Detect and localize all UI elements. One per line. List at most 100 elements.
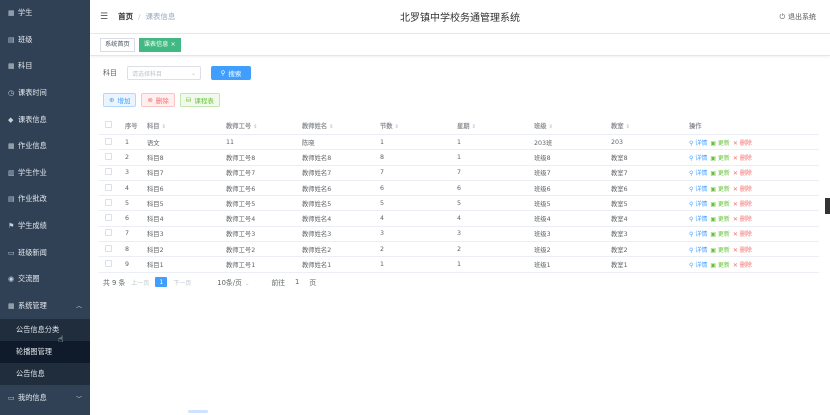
column-header[interactable]: 节数 ⇕ [380,121,457,130]
delete-link[interactable]: ✕ 删除 [733,231,752,238]
delete-link[interactable]: ✕ 删除 [733,155,752,162]
sort-icon[interactable]: ⇕ [253,124,257,130]
edit-icon: ▣ [710,246,718,254]
subject-select[interactable]: 请选择科目 ⌄ [127,66,201,80]
detail-link[interactable]: ⚲ 详情 [689,140,707,147]
row-actions: ⚲ 详情 ▣ 更新 ✕ 删除 [689,199,819,208]
pagination: 共 9 条 上一页 1 下一页 10条/页 ⌄ 前往 1 页 [103,277,316,287]
edit-link[interactable]: ▣ 更新 [710,247,730,254]
sort-icon[interactable]: ⇕ [549,124,553,130]
row-checkbox[interactable] [105,183,112,191]
delete-link[interactable]: ✕ 删除 [733,140,752,147]
detail-link[interactable]: ⚲ 详情 [689,216,707,223]
edit-link[interactable]: ▣ 更新 [710,155,730,162]
breadcrumb-home[interactable]: 首页 [118,11,133,22]
logout-button[interactable]: ⏻ 退出系统 [779,12,816,22]
hamburger-menu-icon[interactable]: ☰ [100,12,108,22]
goto-page-input[interactable]: 1 [295,278,299,286]
page-number-active[interactable]: 1 [155,277,168,287]
table-header: 序号 科目 ⇕ 教师工号 ⇕ 教师姓名 ⇕ 节数 ⇕ 星期 ⇕ 班级 ⇕ 教室 ⇕ 操作 [99,117,819,135]
delete-link[interactable]: ✕ 删除 [733,170,752,177]
table-row: 8 科目2 教师工号2 教师姓名2 2 2 班级2 教室2 ⚲ 详情 ▣ 更新 ✕ 删除 [99,242,819,258]
delete-link[interactable]: ✕ 删除 [733,186,752,193]
column-header[interactable]: 教师姓名 ⇕ [302,121,380,130]
tag-active[interactable]: 课表信息 × [138,37,181,52]
sidebar-item[interactable]: ▦ 学生 [0,0,90,27]
table-cell: 4 [380,215,385,223]
detail-link[interactable]: ⚲ 详情 [689,247,707,254]
edit-link[interactable]: ▣ 更新 [710,216,730,223]
edit-link[interactable]: ▣ 更新 [710,186,730,193]
sidebar-item[interactable]: ▭ 我的信息 ﹀ [0,385,90,412]
detail-link[interactable]: ⚲ 详情 [689,201,707,208]
row-checkbox[interactable] [105,198,112,206]
next-page-button[interactable]: 下一页 [173,278,191,287]
detail-link[interactable]: ⚲ 详情 [689,262,707,269]
table-row: 5 科目5 教师工号5 教师姓名5 5 5 班级5 教室5 ⚲ 详情 ▣ 更新 ✕ 删除 [99,196,819,212]
detail-link[interactable]: ⚲ 详情 [689,170,707,177]
edit-label: 更新 [717,231,730,239]
add-button[interactable]: ⊕ 增加 [103,93,137,107]
table-cell: 6 [457,184,462,192]
sidebar-item[interactable]: ◉ 交流圈 [0,266,90,293]
sidebar-item[interactable]: ▦ 科目 [0,53,90,80]
column-header[interactable]: 教室 ⇕ [611,121,689,130]
page-size-select[interactable]: 10条/页 ⌄ [217,277,249,287]
sidebar-item[interactable]: ◷ 课表时间 [0,80,90,107]
sidebar-item[interactable]: ▤ 班级 [0,27,90,54]
scrollbar-handle[interactable] [825,198,830,214]
sidebar-item[interactable]: ▥ 学生作业 [0,160,90,187]
sidebar-subitem[interactable]: 公告信息分类 [0,319,90,342]
sort-icon[interactable]: ⇕ [329,124,333,130]
row-checkbox[interactable] [105,152,112,160]
detail-link[interactable]: ⚲ 详情 [689,186,707,193]
row-checkbox[interactable] [105,244,112,252]
close-icon[interactable]: × [171,41,176,48]
row-checkbox[interactable] [105,260,112,268]
column-header[interactable]: 教师工号 ⇕ [226,121,302,130]
edit-link[interactable]: ▣ 更新 [710,262,730,269]
table-cell: 班级2 [534,246,551,254]
column-header[interactable]: 科目 ⇕ [147,121,226,130]
row-checkbox[interactable] [105,214,112,222]
delete-button[interactable]: ⊗ 删除 [141,93,175,107]
delete-link[interactable]: ✕ 删除 [733,262,752,269]
edit-label: 更新 [717,246,730,254]
sidebar-item[interactable]: ▦ 作业信息 [0,133,90,160]
delete-link[interactable]: ✕ 删除 [733,201,752,208]
prev-page-button[interactable]: 上一页 [131,278,149,287]
search-button[interactable]: ⚲ 搜索 [211,66,251,80]
row-checkbox[interactable] [105,137,112,145]
sidebar-item[interactable]: ⚑ 学生成绩 [0,213,90,240]
select-all-checkbox[interactable] [105,121,112,128]
delete-link[interactable]: ✕ 删除 [733,216,752,223]
column-header[interactable]: 班级 ⇕ [534,121,611,130]
sort-icon[interactable]: ⇕ [472,124,476,130]
sort-icon[interactable]: ⇕ [162,124,166,130]
column-header[interactable]: 星期 ⇕ [457,121,534,130]
detail-link[interactable]: ⚲ 详情 [689,231,707,238]
tag-home[interactable]: 系统首页 [100,37,135,52]
edit-link[interactable]: ▣ 更新 [710,201,730,208]
sort-icon[interactable]: ⇕ [395,124,399,130]
edit-link[interactable]: ▣ 更新 [710,170,730,177]
delete-link[interactable]: ✕ 删除 [733,247,752,254]
row-checkbox[interactable] [105,229,112,237]
row-checkbox[interactable] [105,168,112,176]
table-cell: 2 [457,245,462,253]
sidebar-item[interactable]: ▭ 班级新闻 [0,239,90,266]
edit-link[interactable]: ▣ 更新 [710,231,730,238]
sidebar-subitem[interactable]: 公告信息 [0,363,90,386]
schedule-button[interactable]: ⛁ 课程表 [179,93,220,107]
sort-icon[interactable]: ⇕ [626,124,630,130]
edit-link[interactable]: ▣ 更新 [710,140,730,147]
sidebar-item[interactable]: ▤ 作业批改 [0,186,90,213]
sidebar-item[interactable]: ◆ 课表信息 [0,106,90,133]
detail-link[interactable]: ⚲ 详情 [689,155,707,162]
edit-icon: ▣ [710,216,718,224]
edit-label: 更新 [717,170,730,178]
table-cell: 教师工号2 [226,246,256,254]
goto-label: 前往 [271,279,286,287]
sidebar-item[interactable]: ▦ 系统管理 ︿ [0,293,90,320]
sidebar-subitem[interactable]: 轮播图管理 [0,341,90,364]
